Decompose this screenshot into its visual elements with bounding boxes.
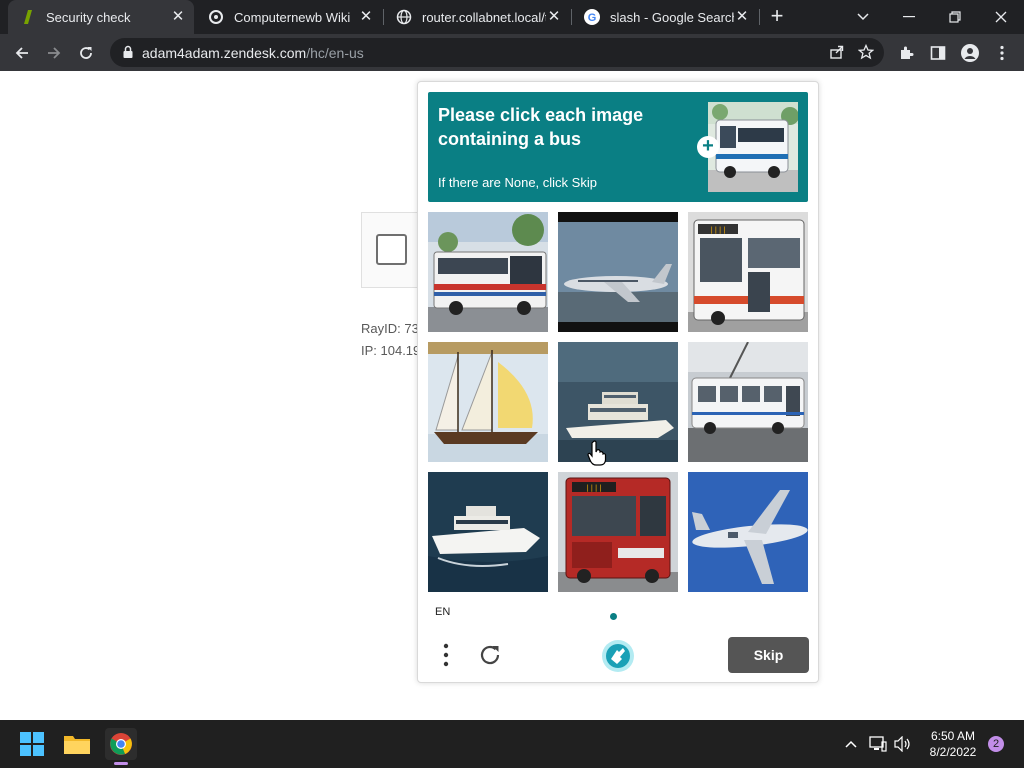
ray-id-text: RayID: 73 <box>361 321 419 336</box>
human-verification-checkbox[interactable] <box>376 234 407 265</box>
profile-icon[interactable] <box>957 40 983 66</box>
active-app-indicator <box>114 762 128 765</box>
svg-text:G: G <box>588 12 597 24</box>
tab-title: Computernewb Wiki <box>234 9 351 25</box>
notification-badge[interactable]: 2 <box>988 736 1004 752</box>
url-text: adam4adam.zendesk.com/hc/en-us <box>142 45 364 61</box>
tab-title: slash - Google Search <box>610 9 734 25</box>
close-tab-icon[interactable]: ✕ <box>170 9 186 25</box>
image-tile-airplane-1[interactable] <box>558 212 678 332</box>
clock-time: 6:50 AM <box>930 729 976 743</box>
more-options-icon[interactable] <box>436 642 456 668</box>
restore-button[interactable] <box>932 0 978 34</box>
forward-icon[interactable] <box>41 40 67 66</box>
url-path: /hc/en-us <box>306 45 364 61</box>
file-explorer-icon[interactable] <box>61 728 93 760</box>
tab-title: router.collabnet.local/t <box>422 9 546 25</box>
close-tab-icon[interactable]: ✕ <box>358 9 374 25</box>
address-bar[interactable]: adam4adam.zendesk.com/hc/en-us <box>110 38 884 67</box>
tab-security-check[interactable]: Security check ✕ <box>8 0 194 34</box>
image-tile-sailboat[interactable] <box>428 342 548 462</box>
windows-taskbar: 6:50 AM 8/2/2022 <box>0 720 1024 768</box>
tab-computernewb-wiki[interactable]: Computernewb Wiki ✕ <box>196 0 382 34</box>
tab-strip: Security check ✕ Computernewb Wiki ✕ rou… <box>0 0 1024 34</box>
minimize-button[interactable] <box>886 0 932 34</box>
image-tile-bus-1[interactable] <box>428 212 548 332</box>
new-tab-button[interactable]: + <box>766 5 788 28</box>
hcaptcha-challenge: Please click each image containing a bus… <box>417 81 819 683</box>
chrome-menu-icon[interactable] <box>989 40 1015 66</box>
svg-text:||||: |||| <box>710 226 727 234</box>
image-tile-bus-2[interactable]: |||| <box>688 212 808 332</box>
side-panel-icon[interactable] <box>925 40 951 66</box>
ip-text: IP: 104.19 <box>361 343 421 358</box>
prompt-text: Please click each image containing a bus <box>438 105 644 149</box>
refresh-challenge-icon[interactable] <box>477 642 503 668</box>
hand-cursor-icon <box>587 440 607 466</box>
tab-title: Security check <box>46 9 131 25</box>
clock-date: 8/2/2022 <box>929 745 977 759</box>
image-tile-yacht-1[interactable] <box>558 342 678 462</box>
image-tile-airplane-2[interactable] <box>688 472 808 592</box>
zendesk-icon <box>20 9 36 25</box>
close-tab-icon[interactable]: ✕ <box>734 9 750 25</box>
tab-search-icon[interactable] <box>840 0 886 34</box>
share-icon[interactable] <box>824 39 850 65</box>
skip-button[interactable]: Skip <box>728 637 809 673</box>
zoom-example-icon[interactable]: + <box>697 136 719 158</box>
system-clock[interactable]: 6:50 AM 8/2/2022 <box>920 728 986 760</box>
bookmark-star-icon[interactable] <box>853 39 879 65</box>
example-image[interactable] <box>708 102 798 192</box>
url-domain: adam4adam.zendesk.com <box>142 45 307 61</box>
close-tab-icon[interactable]: ✕ <box>546 9 562 25</box>
language-selector[interactable]: EN <box>435 606 450 618</box>
lock-icon <box>123 45 133 58</box>
browser-toolbar: adam4adam.zendesk.com/hc/en-us <box>0 34 1024 71</box>
hcaptcha-logo-icon[interactable] <box>601 639 635 673</box>
google-icon: G <box>584 9 600 25</box>
tab-router[interactable]: router.collabnet.local/t ✕ <box>384 0 570 34</box>
reload-icon[interactable] <box>73 40 99 66</box>
image-tile-bus-4[interactable]: |||| <box>558 472 678 592</box>
close-window-button[interactable] <box>978 0 1024 34</box>
challenge-prompt: Please click each image containing a bus… <box>428 92 808 202</box>
back-icon[interactable] <box>9 40 35 66</box>
svg-text:||||: |||| <box>586 484 603 492</box>
image-tile-yacht-2[interactable] <box>428 472 548 592</box>
extensions-icon[interactable] <box>893 40 919 66</box>
windows-start-icon[interactable] <box>16 728 48 760</box>
prompt-subtext: If there are None, click Skip <box>438 175 597 190</box>
globe-icon <box>396 9 412 25</box>
image-tile-bus-3[interactable] <box>688 342 808 462</box>
chrome-taskbar-icon[interactable] <box>105 728 137 760</box>
wiki-icon <box>208 9 224 25</box>
tab-google-search[interactable]: G slash - Google Search ✕ <box>572 0 758 34</box>
tab-divider <box>759 9 760 25</box>
volume-icon[interactable] <box>887 728 919 760</box>
page-indicator-dot <box>610 613 617 620</box>
